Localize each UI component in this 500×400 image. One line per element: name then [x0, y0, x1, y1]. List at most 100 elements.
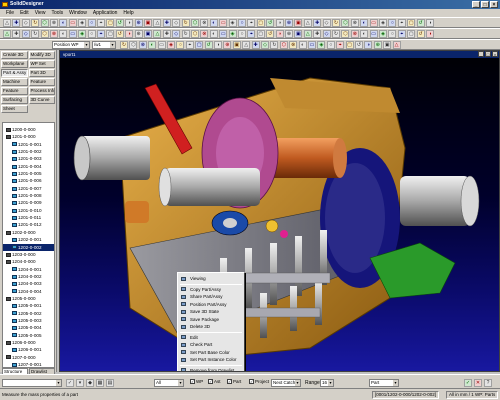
help-icon[interactable]: ?: [484, 379, 492, 387]
toolbar-button-icon[interactable]: ⬡: [279, 41, 288, 49]
tree-node[interactable]: 1203-0-000: [3, 251, 54, 258]
toolbar-button-icon[interactable]: ◈: [228, 30, 237, 38]
toolbar-button-icon[interactable]: ✚: [251, 41, 260, 49]
toolbar-button-icon[interactable]: ⊗: [138, 41, 147, 49]
toolbar-button-icon[interactable]: ▣: [383, 41, 392, 49]
checkbox-wp[interactable]: ✓ WP: [190, 379, 203, 384]
filter-icon[interactable]: ◆: [86, 379, 94, 387]
tree-node[interactable]: 1206-0-000: [3, 339, 54, 346]
checkbox-project[interactable]: ✓ Project: [249, 379, 269, 384]
mode-button[interactable]: Part 3D: [28, 69, 55, 77]
tree-node[interactable]: 1201-0-009: [3, 199, 54, 206]
toolbar-button-icon[interactable]: ↺: [355, 41, 363, 49]
toolbar-button-icon[interactable]: ○: [176, 41, 185, 49]
minimize-button[interactable]: _: [472, 1, 480, 8]
toolbar-button-icon[interactable]: ⊗: [200, 19, 209, 27]
toolbar-button-icon[interactable]: ⊗: [200, 30, 209, 38]
toolbar-button-icon[interactable]: ◇: [261, 41, 269, 49]
toolbar-button-icon[interactable]: ↺: [416, 30, 425, 38]
toolbar-button-icon[interactable]: △: [153, 30, 162, 38]
tree-node[interactable]: 1201-0-002: [3, 148, 54, 155]
tree-node[interactable]: 1201-0-007: [3, 185, 54, 192]
select-type-dropdown[interactable]: Part: [369, 379, 399, 387]
tree-node[interactable]: 1205-0-005: [3, 332, 54, 339]
context-menu-item[interactable]: Delete 3D: [178, 323, 244, 331]
toolbar-button-icon[interactable]: ◈: [78, 19, 87, 27]
toolbar-button-icon[interactable]: ⊗: [350, 19, 359, 27]
mode-button[interactable]: Surfacing: [1, 96, 28, 104]
toolbar-button-icon[interactable]: ⬡: [341, 19, 350, 27]
cancel-icon[interactable]: ✕: [474, 379, 482, 387]
toolbar-button-icon[interactable]: △: [392, 41, 401, 49]
structure-tree[interactable]: 1200-0-000 1201-0-000 1201-0-001 1201-0-002…: [2, 122, 55, 368]
toolbar-button-icon[interactable]: ↻: [120, 41, 128, 49]
toolbar-button-icon[interactable]: ○: [238, 30, 246, 38]
toolbar-button-icon[interactable]: ◈: [167, 41, 175, 49]
toolbar-button-icon[interactable]: ✚: [12, 30, 21, 38]
toolbar-button-icon[interactable]: ↻: [181, 30, 190, 38]
mode-button[interactable]: 3D Curve: [28, 96, 55, 104]
position-wp-dropdown[interactable]: Position WP: [52, 41, 90, 49]
toolbar-button-icon[interactable]: ◐: [59, 19, 68, 27]
toolbar-button-icon[interactable]: ◑: [275, 19, 284, 27]
tree-node[interactable]: 1204-0-004: [3, 288, 54, 295]
toolbar-button-icon[interactable]: ⬡: [40, 19, 49, 27]
toolbar-button-icon[interactable]: ◈: [228, 19, 237, 27]
toolbar-button-icon[interactable]: ⊕: [223, 41, 232, 49]
toolbar-button-icon[interactable]: △: [153, 19, 162, 27]
tree-node[interactable]: 1201-0-001: [3, 141, 54, 148]
toolbar-button-icon[interactable]: ◐: [209, 19, 218, 27]
toolbar-button-icon[interactable]: ◇: [172, 30, 181, 38]
toolbar-button-icon[interactable]: ◈: [379, 30, 387, 38]
toolbar-button-icon[interactable]: ▣: [232, 41, 241, 49]
toolbar-button-icon[interactable]: ◇: [21, 19, 30, 27]
toolbar-button-icon[interactable]: ⌖: [97, 19, 105, 27]
toolbar-button-icon[interactable]: ○: [388, 19, 397, 27]
checkbox-ast[interactable]: ✓ Ast: [208, 379, 221, 384]
tree-node[interactable]: 1207-0-000: [3, 354, 54, 361]
toolbar-button-icon[interactable]: ⌖: [397, 30, 406, 38]
toolbar-button-icon[interactable]: ✚: [162, 30, 171, 38]
context-menu-item[interactable]: Viewing: [178, 275, 244, 283]
viewport-minimize-button[interactable]: _: [478, 51, 484, 57]
context-menu-item[interactable]: Edit: [178, 334, 244, 342]
toolbar-button-icon[interactable]: ▭: [157, 41, 166, 49]
toolbar-button-icon[interactable]: ◐: [298, 41, 307, 49]
color-icon[interactable]: ▦: [96, 379, 104, 387]
toolbar-button-icon[interactable]: ⌖: [247, 30, 256, 38]
toolbar-button-icon[interactable]: ✚: [12, 19, 21, 27]
tree-node[interactable]: 1201-0-010: [3, 207, 54, 214]
toolbar-button-icon[interactable]: ◐: [148, 41, 157, 49]
toolbar-button-icon[interactable]: ↻: [332, 19, 340, 27]
context-menu-item[interactable]: Check Part: [178, 341, 244, 349]
toolbar-button-icon[interactable]: ↺: [204, 41, 213, 49]
toolbar-button-icon[interactable]: ◑: [426, 30, 434, 38]
mode-button[interactable]: Create 3D: [1, 51, 28, 59]
toolbar-button-icon[interactable]: ◇: [322, 30, 331, 38]
context-menu-item[interactable]: Set Part Instance Color: [178, 356, 244, 364]
toolbar-button-icon[interactable]: ⬡: [191, 19, 199, 27]
toolbar-button-icon[interactable]: ⌖: [247, 19, 256, 27]
tree-node[interactable]: 1201-0-012: [3, 221, 54, 228]
tree-node[interactable]: 1202-0-001: [3, 236, 54, 243]
tree-node[interactable]: 1201-0-011: [3, 214, 54, 221]
toolbar-button-icon[interactable]: ⬡: [129, 41, 138, 49]
close-button[interactable]: ×: [490, 1, 498, 8]
toolbar-button-icon[interactable]: ▣: [144, 19, 152, 27]
toolbar-button-icon[interactable]: △: [3, 19, 11, 27]
tree-node[interactable]: 1201-0-008: [3, 192, 54, 199]
menu-view[interactable]: View: [32, 9, 49, 17]
toolbar-button-icon[interactable]: ↺: [266, 19, 275, 27]
checkbox-part[interactable]: ✓ Part: [227, 379, 241, 384]
toolbar-button-icon[interactable]: ↺: [416, 19, 425, 27]
command-input[interactable]: [2, 379, 62, 387]
toolbar-button-icon[interactable]: ↻: [31, 19, 40, 27]
context-menu-item[interactable]: Remove from Drawlist: [178, 367, 244, 371]
toolbar-button-icon[interactable]: ◇: [322, 19, 331, 27]
tree-node[interactable]: 1202-0-000: [3, 229, 54, 236]
toolbar-button-icon[interactable]: ⌖: [336, 41, 345, 49]
toolbar-button-icon[interactable]: ○: [238, 19, 246, 27]
menu-application[interactable]: Application: [90, 9, 120, 17]
toolbar-button-icon[interactable]: ◇: [172, 19, 181, 27]
layer-icon[interactable]: ▤: [106, 379, 114, 387]
